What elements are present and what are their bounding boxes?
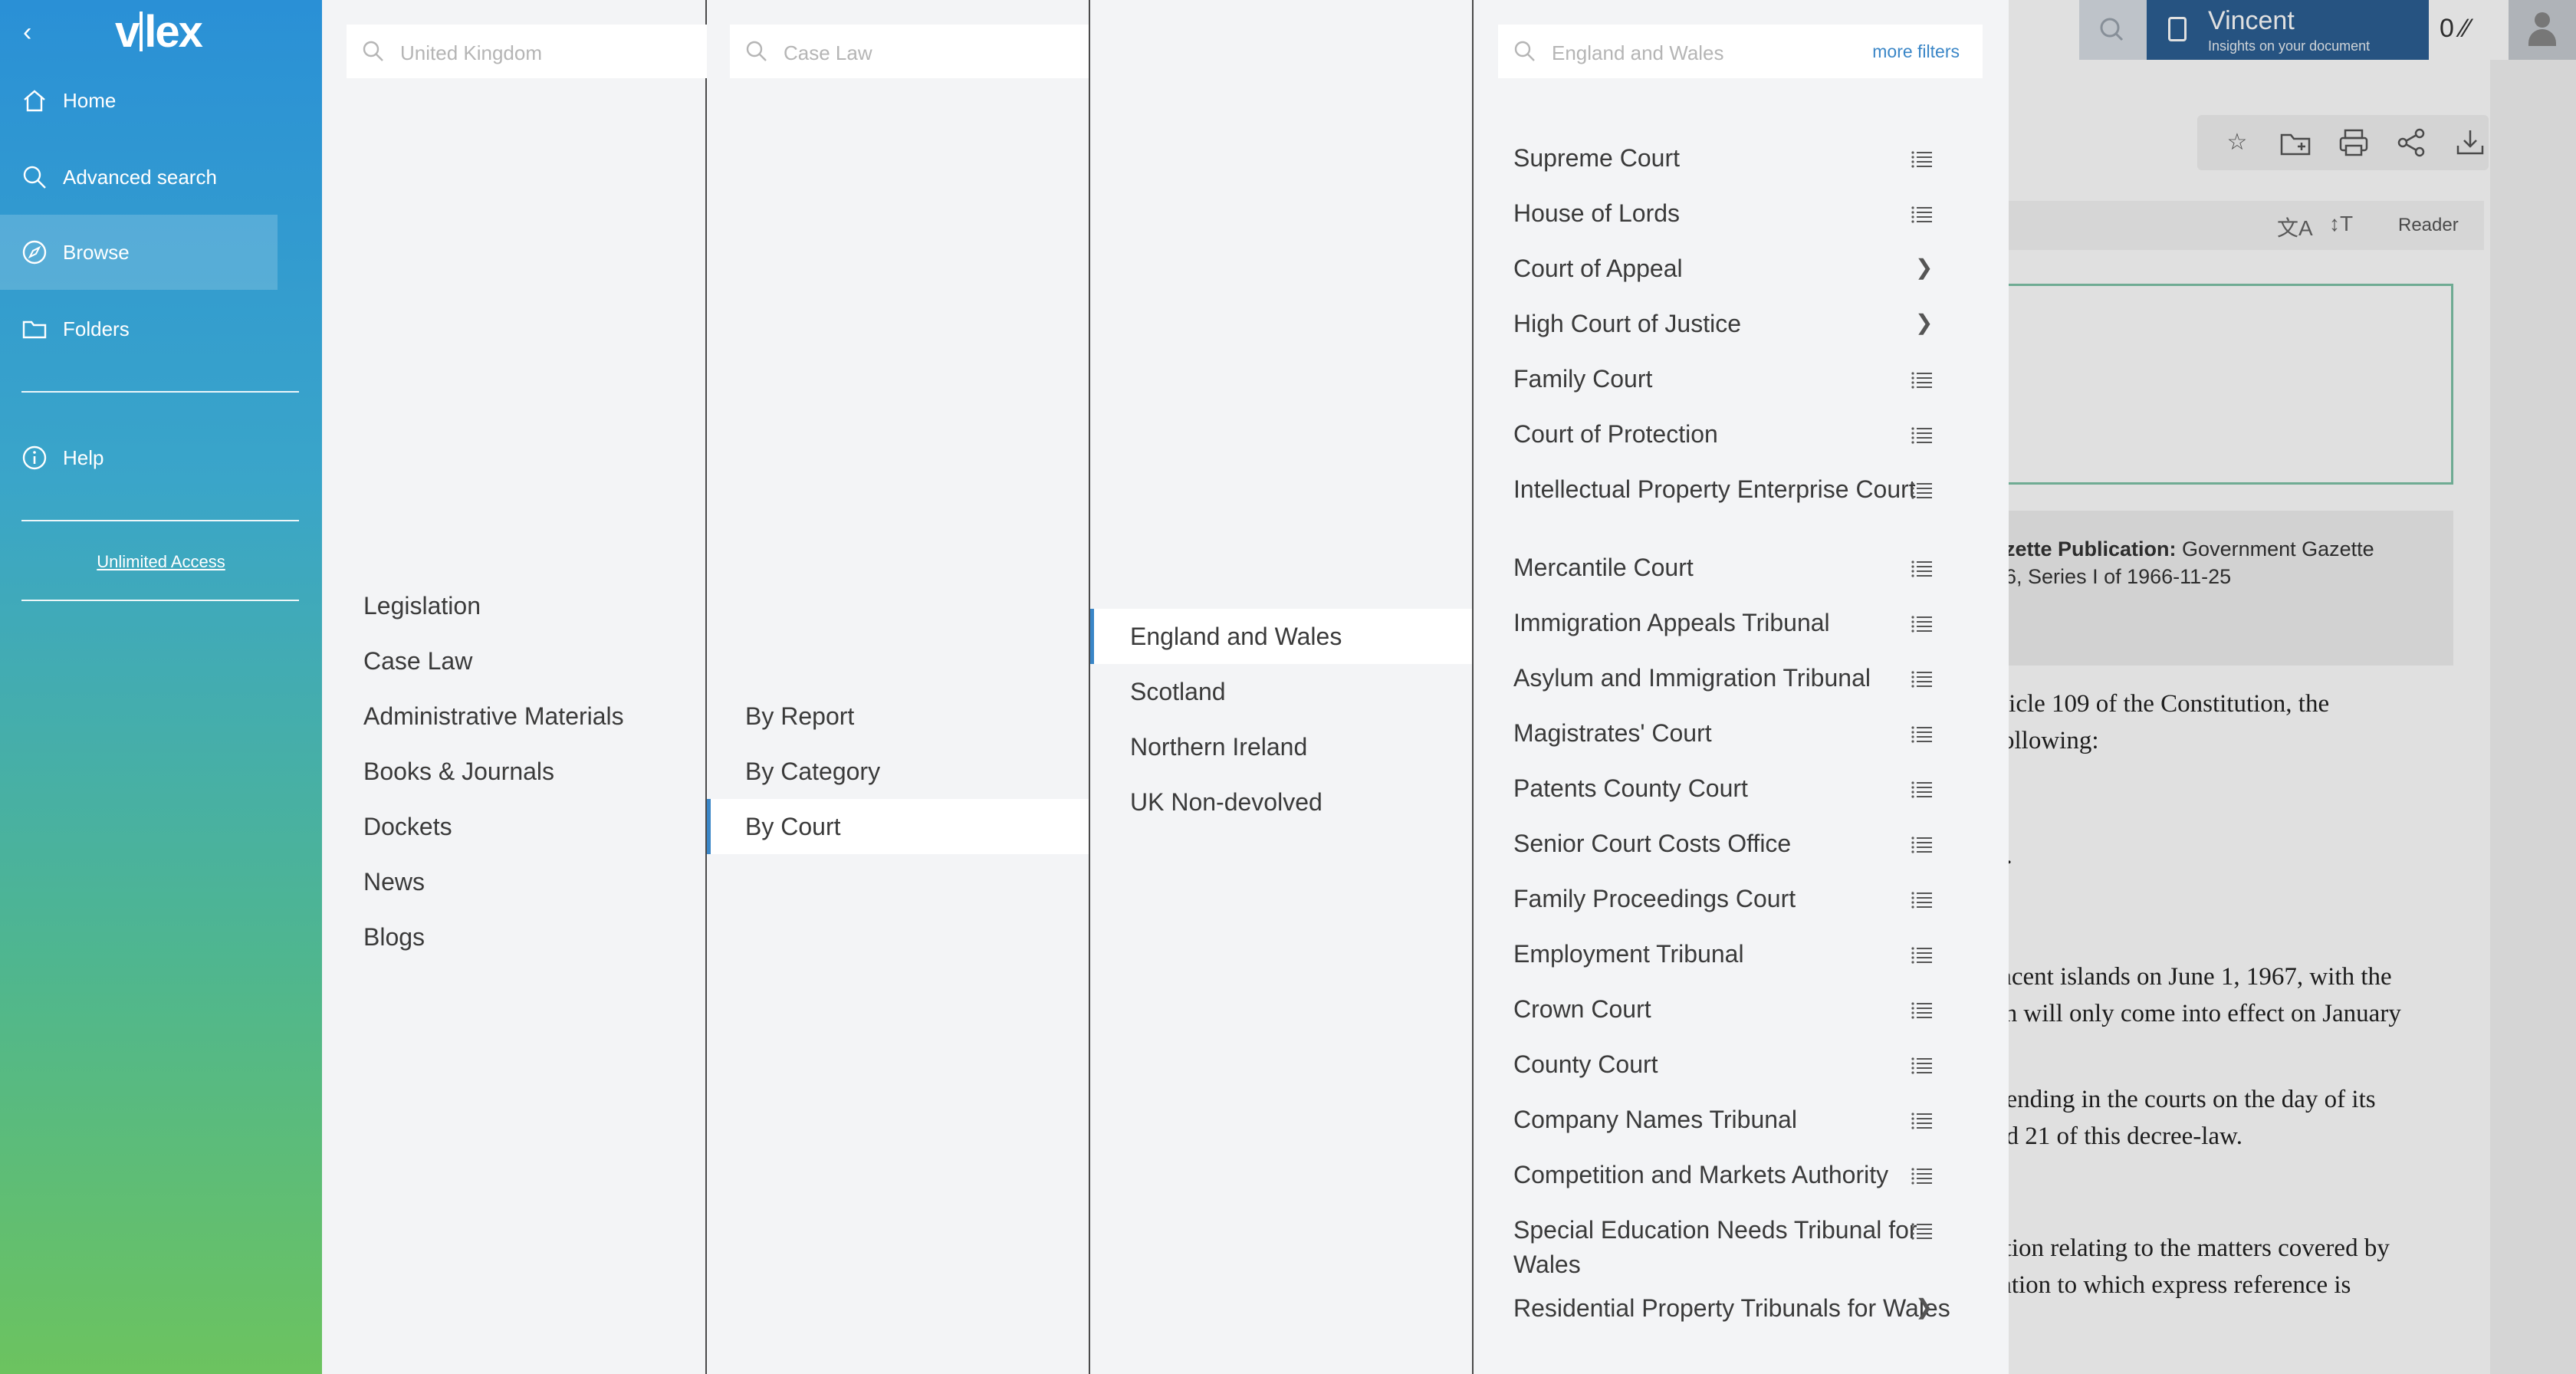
court-name[interactable]: County Court xyxy=(1513,1047,1950,1082)
sidebar: ‹ v lex Home Advanced search Browse Folde… xyxy=(0,0,322,1374)
compass-icon xyxy=(22,240,47,265)
court-name[interactable]: Residential Property Tribunals for Wales xyxy=(1513,1291,1950,1326)
sidebar-divider xyxy=(21,600,299,601)
court-name[interactable]: House of Lords xyxy=(1513,196,1950,231)
search-placeholder: England and Wales xyxy=(1552,41,1724,64)
browse-column-courts: England and Wales more filters Supreme C… xyxy=(1474,0,2009,1374)
list-icon[interactable] xyxy=(1909,1162,1935,1188)
sidebar-item-folders[interactable]: Folders xyxy=(0,291,278,367)
search-placeholder: Case Law xyxy=(784,41,872,64)
list-icon[interactable] xyxy=(1909,555,1935,581)
court-name[interactable]: Intellectual Property Enterprise Court xyxy=(1513,472,1950,507)
list-item-scotland[interactable]: Scotland xyxy=(1130,678,1226,706)
list-item-label: England and Wales xyxy=(1130,623,1342,650)
list-icon[interactable] xyxy=(1909,367,1935,393)
sidebar-item-help[interactable]: Help xyxy=(0,420,278,495)
list-icon[interactable] xyxy=(1909,1107,1935,1133)
list-icon[interactable] xyxy=(1909,1052,1935,1078)
list-item-by-report[interactable]: By Report xyxy=(745,702,854,731)
court-name[interactable]: Crown Court xyxy=(1513,992,1950,1027)
chevron-right-icon[interactable]: ❯ xyxy=(1915,1294,1933,1320)
court-name[interactable]: Court of Appeal xyxy=(1513,251,1950,286)
sidebar-divider xyxy=(21,391,299,393)
court-name[interactable]: Senior Court Costs Office xyxy=(1513,827,1950,861)
sidebar-item-browse[interactable]: Browse xyxy=(0,215,278,290)
more-filters-link[interactable]: more filters xyxy=(1872,41,1960,62)
sidebar-item-advanced-search[interactable]: Advanced search xyxy=(0,140,278,215)
court-name[interactable]: Magistrates' Court xyxy=(1513,716,1950,751)
court-name[interactable]: Family Court xyxy=(1513,362,1950,396)
court-name[interactable]: Immigration Appeals Tribunal xyxy=(1513,606,1950,640)
search-icon xyxy=(1514,41,1535,61)
home-icon xyxy=(24,90,45,112)
court-name[interactable]: Competition and Markets Authority xyxy=(1513,1158,1950,1192)
list-item-news[interactable]: News xyxy=(363,868,425,896)
court-name[interactable]: Supreme Court xyxy=(1513,141,1950,176)
court-name[interactable]: Family Proceedings Court xyxy=(1513,882,1950,916)
list-item-administrative-materials[interactable]: Administrative Materials xyxy=(363,702,624,731)
chevron-right-icon[interactable]: ❯ xyxy=(1915,255,1933,280)
sidebar-divider xyxy=(21,520,299,521)
court-name[interactable]: Employment Tribunal xyxy=(1513,937,1950,971)
list-icon[interactable] xyxy=(1909,831,1935,857)
court-name[interactable]: Special Education Needs Tribunal for Wal… xyxy=(1513,1213,1950,1282)
court-name[interactable]: Court of Protection xyxy=(1513,417,1950,452)
browse-column-case-law: Case Law By Report By Category By Court xyxy=(707,0,1090,1374)
list-item-england-wales-selected[interactable]: England and Wales xyxy=(1090,609,1472,664)
list-item-northern-ireland[interactable]: Northern Ireland xyxy=(1130,733,1307,761)
case-law-search-input[interactable]: Case Law xyxy=(730,25,1089,78)
search-icon xyxy=(746,41,767,61)
list-icon[interactable] xyxy=(1909,1218,1935,1244)
list-item-label: By Court xyxy=(745,813,841,840)
list-item-legislation[interactable]: Legislation xyxy=(363,592,481,620)
list-item-dockets[interactable]: Dockets xyxy=(363,813,452,841)
list-item-uk-non-devolved[interactable]: UK Non-devolved xyxy=(1130,788,1322,817)
court-name[interactable]: Patents County Court xyxy=(1513,771,1950,806)
court-search-input[interactable]: England and Wales more filters xyxy=(1498,25,1983,78)
list-icon[interactable] xyxy=(1909,776,1935,802)
court-name[interactable]: High Court of Justice xyxy=(1513,307,1950,341)
sidebar-item-home[interactable]: Home xyxy=(0,63,278,138)
court-name[interactable]: Mercantile Court xyxy=(1513,551,1950,585)
list-item-books-journals[interactable]: Books & Journals xyxy=(363,758,554,786)
browse-column-jurisdiction: England and Wales Scotland Northern Irel… xyxy=(1090,0,1474,1374)
country-search-input[interactable]: United Kingdom xyxy=(347,25,707,78)
list-item-by-court-selected[interactable]: By Court xyxy=(707,799,1089,854)
list-icon[interactable] xyxy=(1909,886,1935,912)
selection-marker xyxy=(707,799,711,854)
list-icon[interactable] xyxy=(1909,422,1935,448)
list-icon[interactable] xyxy=(1909,666,1935,692)
search-icon xyxy=(363,41,383,61)
list-icon[interactable] xyxy=(1909,477,1935,503)
info-icon xyxy=(22,445,47,470)
list-icon[interactable] xyxy=(1909,997,1935,1023)
back-chevron-icon[interactable]: ‹ xyxy=(23,17,49,48)
list-icon[interactable] xyxy=(1909,942,1935,968)
search-icon xyxy=(23,166,46,189)
selection-marker xyxy=(1090,609,1094,664)
list-item-case-law[interactable]: Case Law xyxy=(363,647,472,675)
list-item-by-category[interactable]: By Category xyxy=(745,758,880,786)
search-placeholder: United Kingdom xyxy=(400,41,542,64)
vlex-logo[interactable]: v lex xyxy=(115,6,203,58)
court-name[interactable]: Company Names Tribunal xyxy=(1513,1103,1950,1137)
list-icon[interactable] xyxy=(1909,201,1935,227)
browse-panel: United Kingdom Legislation Case Law Admi… xyxy=(322,0,2009,1374)
browse-column-country: United Kingdom Legislation Case Law Admi… xyxy=(322,0,707,1374)
list-icon[interactable] xyxy=(1909,146,1935,172)
list-item-blogs[interactable]: Blogs xyxy=(363,923,425,952)
folder-icon xyxy=(22,320,47,339)
chevron-right-icon[interactable]: ❯ xyxy=(1915,310,1933,335)
list-icon[interactable] xyxy=(1909,721,1935,747)
list-icon[interactable] xyxy=(1909,610,1935,636)
unlimited-access-link[interactable]: Unlimited Access xyxy=(0,552,322,572)
court-name[interactable]: Asylum and Immigration Tribunal xyxy=(1513,661,1950,695)
